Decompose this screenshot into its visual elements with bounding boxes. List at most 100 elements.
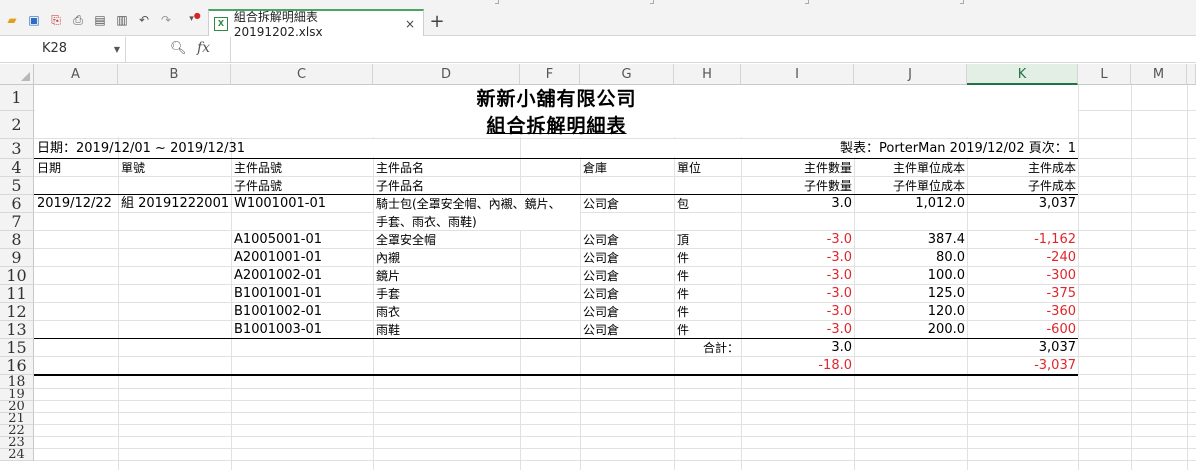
undo-icon[interactable]: ↶ xyxy=(137,12,151,27)
export-pdf-icon[interactable]: ⎘ xyxy=(49,12,63,27)
row-header[interactable]: 12 xyxy=(0,303,34,321)
sub-item-name[interactable]: 雨衣 xyxy=(376,303,400,321)
sub-warehouse[interactable]: 公司倉 xyxy=(583,321,619,339)
sub-cost[interactable]: -300 xyxy=(967,267,1076,285)
column-header-d[interactable]: D xyxy=(373,64,520,85)
row-header[interactable]: 15 xyxy=(0,339,34,357)
main-date[interactable]: 2019/12/22 xyxy=(37,195,112,213)
column-header-l[interactable]: L xyxy=(1078,64,1131,85)
row-header[interactable]: 19 xyxy=(0,389,34,401)
select-all-corner[interactable] xyxy=(0,64,34,85)
total-main-qty[interactable]: 3.0 xyxy=(741,339,852,357)
sub-cost[interactable]: -600 xyxy=(967,321,1076,339)
sub-item-no[interactable]: B1001002-01 xyxy=(234,303,322,321)
row-header[interactable]: 5 xyxy=(0,177,34,195)
total-label[interactable]: 合計： xyxy=(674,339,739,357)
row-header[interactable]: 1 xyxy=(0,85,34,111)
column-header-g[interactable]: G xyxy=(580,64,674,85)
sub-unit[interactable]: 件 xyxy=(677,267,689,285)
row-header[interactable]: 2 xyxy=(0,111,34,139)
spreadsheet-grid[interactable]: A B C D F G H I J K L M 1 2 3 4 5 6 7 8 … xyxy=(0,64,1196,470)
sub-item-no[interactable]: A2001002-01 xyxy=(234,267,322,285)
column-header-i[interactable]: I xyxy=(741,64,854,85)
main-unit[interactable]: 包 xyxy=(677,195,689,213)
sub-item-name[interactable]: 全罩安全帽 xyxy=(376,231,436,249)
sub-unit-cost[interactable]: 80.0 xyxy=(854,249,965,267)
main-item-name-line1[interactable]: 騎士包(全罩安全帽、內襯、鏡片、 xyxy=(376,195,561,213)
total-sub-qty[interactable]: -18.0 xyxy=(741,357,852,375)
sub-unit[interactable]: 件 xyxy=(677,321,689,339)
print-icon[interactable]: ⎙ xyxy=(71,12,85,27)
column-header-n[interactable] xyxy=(1187,64,1196,85)
column-header-c[interactable]: C xyxy=(231,64,373,85)
row-header[interactable]: 4 xyxy=(0,159,34,177)
workbook-tab[interactable]: X 組合拆解明細表20191202.xlsx × xyxy=(208,9,424,39)
header-unit[interactable]: 單位 xyxy=(677,159,701,177)
row-header[interactable]: 8 xyxy=(0,231,34,249)
sub-qty[interactable]: -3.0 xyxy=(741,267,852,285)
sub-unit-cost[interactable]: 125.0 xyxy=(854,285,965,303)
name-box[interactable]: K28 ▼ xyxy=(0,37,126,62)
sub-unit-cost[interactable]: 387.4 xyxy=(854,231,965,249)
sub-qty[interactable]: -3.0 xyxy=(741,249,852,267)
sub-warehouse[interactable]: 公司倉 xyxy=(583,231,619,249)
header-main-item-no[interactable]: 主件品號 xyxy=(234,159,282,177)
sub-unit-cost[interactable]: 120.0 xyxy=(854,303,965,321)
column-header-h[interactable]: H xyxy=(674,64,741,85)
sub-warehouse[interactable]: 公司倉 xyxy=(583,303,619,321)
report-title[interactable]: 組合拆解明細表 xyxy=(35,114,1078,138)
function-icon[interactable]: fx xyxy=(197,40,210,56)
row-header[interactable]: 18 xyxy=(0,375,34,389)
sub-warehouse[interactable]: 公司倉 xyxy=(583,285,619,303)
main-doc-no[interactable]: 組 20191222001 xyxy=(121,195,229,213)
row-header[interactable]: 22 xyxy=(0,425,34,437)
sub-item-name[interactable]: 內襯 xyxy=(376,249,400,267)
header-sub-qty[interactable]: 子件數量 xyxy=(741,177,852,195)
zoom-search-icon[interactable]: 🔍︎ xyxy=(170,41,187,56)
row-header[interactable]: 21 xyxy=(0,413,34,425)
main-warehouse[interactable]: 公司倉 xyxy=(583,195,619,213)
column-header-b[interactable]: B xyxy=(118,64,231,85)
row-header[interactable]: 10 xyxy=(0,267,34,285)
row-header[interactable]: 6 xyxy=(0,195,34,213)
sub-unit[interactable]: 件 xyxy=(677,285,689,303)
column-header-j[interactable]: J xyxy=(854,64,967,85)
customize-dropdown-icon[interactable]: ▾ ● xyxy=(188,11,202,27)
sub-cost[interactable]: -240 xyxy=(967,249,1076,267)
open-folder-icon[interactable]: ▰ xyxy=(5,12,19,27)
save-icon[interactable]: ▣ xyxy=(27,12,41,27)
total-main-cost[interactable]: 3,037 xyxy=(967,339,1076,357)
sub-qty[interactable]: -3.0 xyxy=(741,231,852,249)
sub-warehouse[interactable]: 公司倉 xyxy=(583,249,619,267)
main-item-no[interactable]: W1001001-01 xyxy=(234,195,326,213)
sub-item-no[interactable]: B1001001-01 xyxy=(234,285,322,303)
sub-cost[interactable]: -375 xyxy=(967,285,1076,303)
close-tab-icon[interactable]: × xyxy=(405,17,415,31)
sub-cost[interactable]: -360 xyxy=(967,303,1076,321)
total-sub-cost[interactable]: -3,037 xyxy=(967,357,1076,375)
sub-qty[interactable]: -3.0 xyxy=(741,303,852,321)
main-unit-cost[interactable]: 1,012.0 xyxy=(854,195,965,213)
made-by[interactable]: 製表：PorterMan 2019/12/02 頁次：1 xyxy=(741,140,1076,158)
new-tab-button[interactable]: + xyxy=(428,10,446,32)
header-doc-no[interactable]: 單號 xyxy=(121,159,145,177)
header-sub-item-name[interactable]: 子件品名 xyxy=(376,177,424,195)
row-header[interactable]: 3 xyxy=(0,139,34,159)
company-title[interactable]: 新新小舖有限公司 xyxy=(35,87,1078,111)
row-header[interactable]: 24 xyxy=(0,449,34,461)
row-header[interactable]: 7 xyxy=(0,213,34,231)
sub-item-name[interactable]: 鏡片 xyxy=(376,267,400,285)
sub-item-no[interactable]: A2001001-01 xyxy=(234,249,322,267)
row-header[interactable]: 13 xyxy=(0,321,34,339)
row-header[interactable]: 11 xyxy=(0,285,34,303)
sub-cost[interactable]: -1,162 xyxy=(967,231,1076,249)
redo-icon[interactable]: ↷ xyxy=(159,12,173,27)
column-header-m[interactable]: M xyxy=(1131,64,1187,85)
sub-item-name[interactable]: 雨鞋 xyxy=(376,321,400,339)
row-header[interactable]: 16 xyxy=(0,357,34,375)
header-sub-unit-cost[interactable]: 子件單位成本 xyxy=(854,177,965,195)
column-header-a[interactable]: A xyxy=(34,64,118,85)
header-main-unit-cost[interactable]: 主件單位成本 xyxy=(854,159,965,177)
sub-unit[interactable]: 件 xyxy=(677,249,689,267)
column-header-k[interactable]: K xyxy=(967,64,1078,85)
